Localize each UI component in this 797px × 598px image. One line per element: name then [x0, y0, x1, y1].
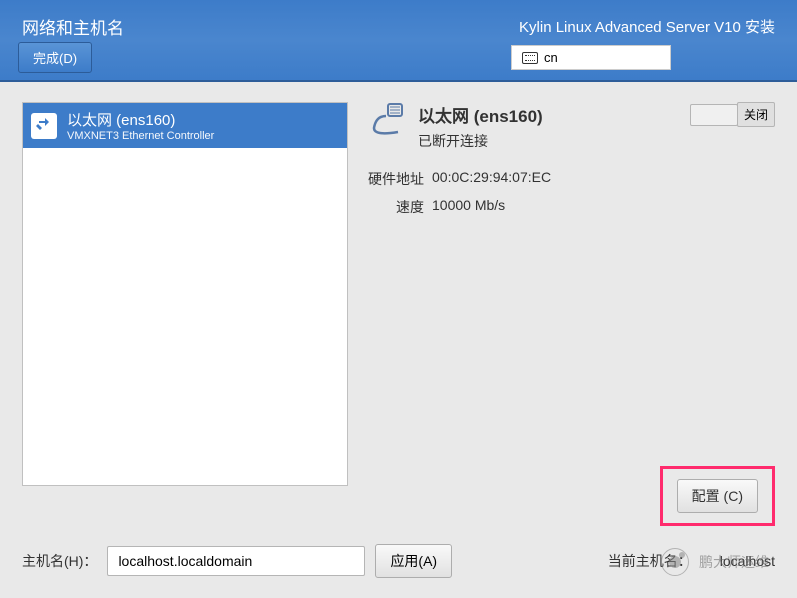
detail-properties: 硬件地址 00:0C:29:94:07:EC 速度 10000 Mb/s: [366, 169, 775, 217]
connection-toggle[interactable]: 关闭: [690, 102, 775, 127]
toggle-track: [690, 104, 738, 126]
watermark: 鹏大师运维: [661, 548, 769, 576]
watermark-text: 鹏大师运维: [699, 552, 769, 572]
hw-address-label: 硬件地址: [366, 169, 424, 189]
page-title: 网络和主机名: [22, 14, 124, 39]
prop-row-speed: 速度 10000 Mb/s: [366, 197, 775, 217]
plug-icon: [36, 116, 52, 136]
keyboard-layout-label: cn: [544, 50, 558, 65]
installer-title: Kylin Linux Advanced Server V10 安装: [519, 16, 775, 37]
hostname-label: 主机名(H)：: [22, 551, 97, 571]
wechat-icon: [661, 548, 689, 576]
interface-item-text: 以太网 (ens160) VMXNET3 Ethernet Controller: [67, 109, 214, 142]
ethernet-icon: [31, 113, 57, 139]
interface-item-name: 以太网 (ens160): [67, 109, 214, 130]
detail-header: 以太网 (ens160) 已断开连接 关闭: [366, 102, 775, 151]
interface-detail: 以太网 (ens160) 已断开连接 关闭 硬件地址 00:0C:29:94:0…: [366, 102, 775, 526]
speed-value: 10000 Mb/s: [432, 197, 505, 217]
ethernet-large-icon: [366, 102, 406, 142]
config-button-highlight: 配置 (C): [660, 466, 775, 526]
detail-title-block: 以太网 (ens160) 已断开连接: [418, 102, 678, 151]
hw-address-value: 00:0C:29:94:07:EC: [432, 169, 551, 189]
done-button[interactable]: 完成(D): [18, 42, 92, 73]
content-area: 以太网 (ens160) VMXNET3 Ethernet Controller…: [0, 82, 797, 598]
interface-item-desc: VMXNET3 Ethernet Controller: [67, 130, 214, 142]
keyboard-icon: [522, 52, 538, 64]
hostname-input[interactable]: [107, 546, 365, 576]
interface-list[interactable]: 以太网 (ens160) VMXNET3 Ethernet Controller: [22, 102, 348, 486]
main-row: 以太网 (ens160) VMXNET3 Ethernet Controller…: [22, 102, 775, 526]
detail-title: 以太网 (ens160): [418, 102, 678, 127]
keyboard-layout-selector[interactable]: cn: [511, 45, 671, 70]
apply-button[interactable]: 应用(A): [375, 544, 452, 578]
configure-button[interactable]: 配置 (C): [677, 479, 758, 513]
toggle-off-label: 关闭: [737, 102, 775, 127]
prop-row-hw: 硬件地址 00:0C:29:94:07:EC: [366, 169, 775, 189]
detail-status: 已断开连接: [418, 131, 678, 151]
interface-list-item[interactable]: 以太网 (ens160) VMXNET3 Ethernet Controller: [23, 103, 347, 148]
header-bar: 网络和主机名 Kylin Linux Advanced Server V10 安…: [0, 0, 797, 82]
speed-label: 速度: [366, 197, 424, 217]
